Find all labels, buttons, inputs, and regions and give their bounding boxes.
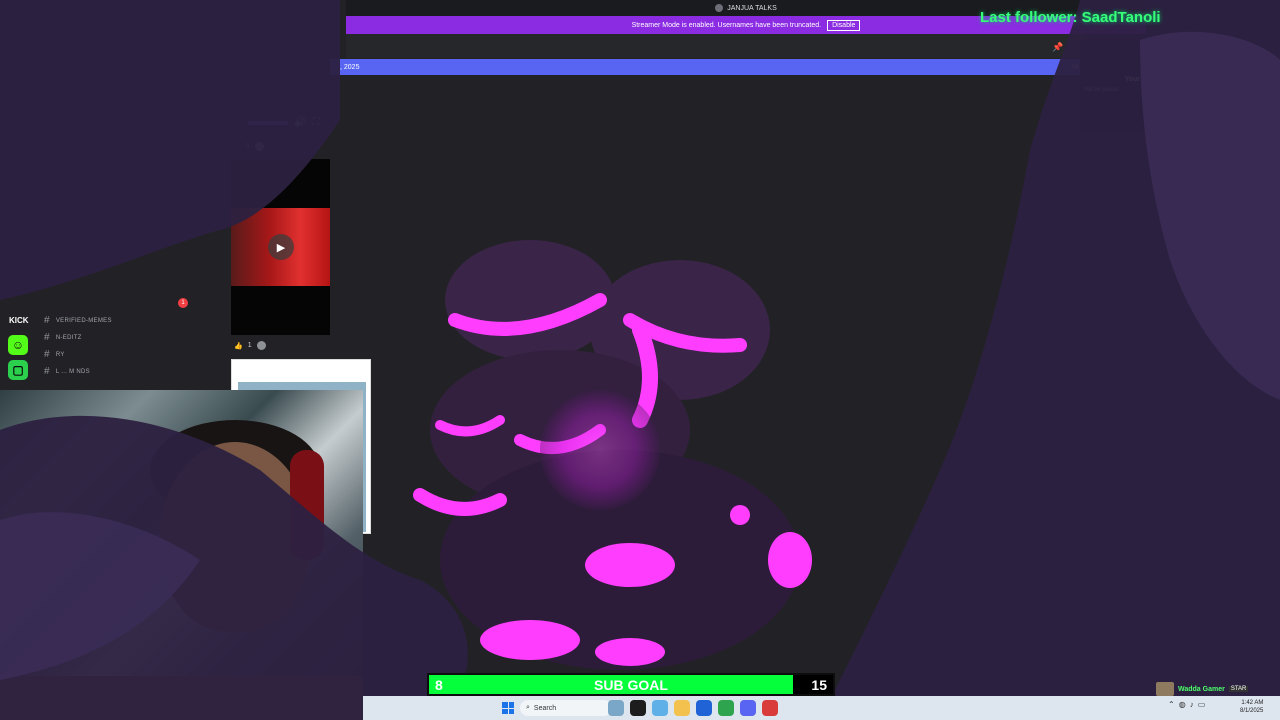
discord-icon[interactable] xyxy=(740,700,756,716)
stream-frame: JANJUA TALKS Streamer Mode is enabled. U… xyxy=(0,0,1280,720)
kick-server-icon[interactable]: ☺ xyxy=(8,335,28,355)
volume-icon[interactable]: ♪ xyxy=(1190,700,1194,709)
webcam-lower xyxy=(0,676,363,720)
disable-streamer-mode-button[interactable]: Disable xyxy=(827,19,861,31)
thumbs-up-icon[interactable]: 👍 xyxy=(234,342,243,350)
fullscreen-icon[interactable]: ⛶ xyxy=(312,118,319,128)
date-divider-right: M xyxy=(1072,63,1078,71)
hash-icon: # xyxy=(44,366,50,377)
server-title: JANJUA TALKS xyxy=(727,4,777,12)
popup-title: Your xyxy=(1124,76,1140,83)
channel-item[interactable]: # VERIFIED-MEMES xyxy=(44,315,112,326)
video-embed[interactable]: ▶ xyxy=(231,159,330,335)
widgets-icon[interactable] xyxy=(608,700,624,716)
hash-icon: # xyxy=(44,349,50,360)
chevron-up-icon[interactable]: ⌃ xyxy=(1168,700,1175,709)
channel-label: N-EDITZ xyxy=(55,334,82,341)
channel-label: L ... M NDS xyxy=(55,368,90,375)
channel-item[interactable]: # L ... M NDS xyxy=(44,366,90,377)
taskbar xyxy=(363,696,1280,720)
channel-header xyxy=(346,34,1086,58)
battery-icon[interactable]: ▭ xyxy=(1198,700,1206,709)
taskbar-search[interactable]: ⌕ Search xyxy=(520,700,612,716)
taskbar-clock[interactable]: 1:42 AM 8/1/2025 xyxy=(1240,699,1263,715)
add-reaction-icon[interactable] xyxy=(254,142,264,151)
clock-date: 8/1/2025 xyxy=(1240,708,1264,714)
network-icon[interactable]: ◍ xyxy=(1179,700,1186,709)
date-divider-text: , 2025 xyxy=(340,63,360,71)
webcam-headset xyxy=(290,450,324,560)
streamer-mode-text: Streamer Mode is enabled. Usernames have… xyxy=(631,21,822,29)
play-icon[interactable]: ▶ xyxy=(268,234,294,260)
server-icon xyxy=(715,4,724,12)
search-placeholder: Search xyxy=(533,704,557,712)
header-toolbar: 📌 xyxy=(1052,42,1063,53)
obs-icon[interactable] xyxy=(762,700,778,716)
pin-icon[interactable]: 📌 xyxy=(1052,42,1063,53)
taskbar-apps xyxy=(608,700,778,716)
reaction-count[interactable]: 1 xyxy=(248,342,252,349)
side-popup: Your We've pause xyxy=(1080,40,1144,130)
hash-icon: # xyxy=(44,332,50,343)
channel-label: RY xyxy=(55,351,65,358)
channel-item[interactable]: # RY xyxy=(44,349,65,360)
add-reaction-icon[interactable] xyxy=(256,341,266,350)
system-tray: ⌃ ◍ ♪ ▭ xyxy=(1168,700,1205,709)
chat-badge: STAR xyxy=(1228,686,1249,692)
channel-label: VERIFIED-MEMES xyxy=(55,317,112,324)
avatar xyxy=(1156,682,1174,696)
chat-message: Wadda Gamer STAR xyxy=(1156,682,1249,696)
chrome-icon[interactable] xyxy=(718,700,734,716)
reaction-row: 👍 1 xyxy=(234,341,266,350)
last-follower-overlay: Last follower: SaadTanoli xyxy=(980,9,1161,26)
notification-badge: 1 xyxy=(178,298,188,308)
webcam-feed xyxy=(0,390,363,720)
clock-time: 1:42 AM xyxy=(1241,700,1264,706)
edge-icon[interactable] xyxy=(652,700,668,716)
hash-icon: # xyxy=(44,315,50,326)
reaction-count[interactable]: 1 xyxy=(246,143,250,150)
chat-username: Wadda Gamer xyxy=(1178,685,1225,693)
kick-logo: KICK xyxy=(9,316,29,325)
channel-item[interactable]: # N-EDITZ xyxy=(44,332,82,343)
reaction-row: 1 xyxy=(246,142,264,151)
sub-goal-bar: 8 SUB GOAL 15 xyxy=(427,673,835,696)
popup-text: We've pause xyxy=(1084,87,1119,93)
file-explorer-icon[interactable] xyxy=(674,700,690,716)
volume-slider[interactable] xyxy=(248,121,288,125)
task-view-icon[interactable] xyxy=(630,700,646,716)
kick-app-icon[interactable]: ▢ xyxy=(8,360,28,380)
date-divider: , 2025 M xyxy=(330,59,1082,75)
video-controls: 🔊 ⛶ xyxy=(248,118,319,128)
volume-icon[interactable]: 🔊 xyxy=(294,118,306,128)
webcam-face xyxy=(160,442,310,632)
search-icon: ⌕ xyxy=(526,704,530,711)
store-icon[interactable] xyxy=(696,700,712,716)
windows-start-icon[interactable] xyxy=(502,702,514,714)
sub-goal-label: SUB GOAL xyxy=(594,676,668,693)
